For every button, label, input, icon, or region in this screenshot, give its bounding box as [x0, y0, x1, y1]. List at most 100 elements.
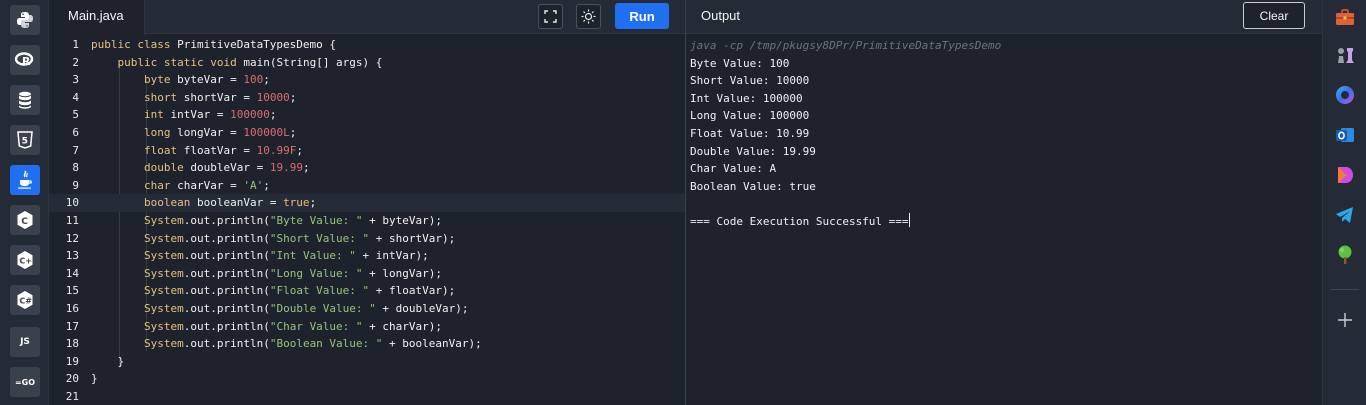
clear-button[interactable]: Clear [1243, 2, 1305, 29]
java-icon [18, 170, 32, 189]
code-token-kw: System [143, 302, 184, 315]
code-line[interactable]: 20} [49, 370, 685, 388]
c-language-button[interactable]: C [10, 205, 40, 235]
code-text: System.out.println("Double Value: " + do… [91, 300, 469, 318]
output-line: Short Value: 10000 [690, 72, 1001, 90]
code-token-kw: System [143, 231, 184, 245]
csharp-icon: C# [17, 291, 33, 309]
code-token-num: 100 [243, 73, 264, 87]
r-language-button[interactable]: R [10, 45, 40, 75]
code-line[interactable]: 15 System.out.println("Float Value: " + … [49, 282, 685, 300]
code-token-id [91, 337, 144, 350]
app-divider [1331, 289, 1359, 290]
cpp-language-button[interactable]: C+ [10, 245, 40, 275]
code-line[interactable]: 9 char charVar = 'A'; [49, 177, 685, 195]
output-line-text: Long Value: 100000 [690, 109, 810, 123]
cpp-label: C+ [19, 257, 32, 266]
code-token-id [91, 267, 144, 280]
code-line[interactable]: 16 System.out.println("Double Value: " +… [49, 300, 685, 318]
code-line[interactable]: 13 System.out.println("Int Value: " + in… [49, 247, 685, 265]
code-line[interactable]: 3 byte byteVar = 100; [49, 71, 685, 89]
copilot-icon[interactable] [1335, 85, 1355, 105]
fullscreen-button[interactable] [538, 4, 563, 29]
output-console[interactable]: java -cp /tmp/pkugsy8DPr/PrimitiveDataTy… [690, 37, 1001, 231]
code-text: short shortVar = 10000; [91, 89, 296, 107]
code-token-id: + byteVar); [362, 214, 443, 227]
code-token-id: .out.println( [183, 231, 270, 245]
code-token-id: .out.println( [183, 337, 270, 351]
code-token-id [91, 196, 144, 209]
line-number: 16 [65, 302, 79, 315]
theme-toggle-button[interactable] [576, 4, 601, 29]
code-line[interactable]: 1 public class PrimitiveDataTypesDemo { [49, 36, 685, 54]
code-token-kw: System [143, 214, 184, 227]
python-language-button[interactable] [10, 5, 40, 35]
run-button[interactable]: Run [615, 3, 669, 29]
toolbox-icon[interactable] [1335, 7, 1355, 27]
code-token-id: ; [263, 178, 270, 192]
html-language-button[interactable]: 5 [10, 125, 40, 155]
code-token-id: ; [289, 126, 297, 139]
javascript-label: JS [20, 337, 30, 347]
code-line[interactable]: 18 System.out.println("Boolean Value: " … [49, 335, 685, 353]
code-token-id: ; [269, 108, 277, 122]
output-line: Float Value: 10.99 [690, 125, 1001, 143]
cpp-icon: C+ [17, 251, 33, 269]
code-token-id: .out.println( [183, 249, 270, 263]
tree-icon[interactable] [1335, 245, 1355, 265]
app-sidebar [1322, 0, 1366, 405]
code-token-str: "Char Value: " [269, 319, 363, 333]
html5-icon: 5 [17, 131, 33, 149]
code-token-id: floatVar = [183, 143, 257, 157]
code-line[interactable]: 19 } [49, 353, 685, 371]
add-icon[interactable] [1335, 310, 1355, 330]
chess-icon[interactable] [1335, 45, 1355, 65]
code-line[interactable]: 14 System.out.println("Long Value: " + l… [49, 265, 685, 283]
code-text: double doubleVar = 19.99; [91, 159, 310, 177]
code-token-id: PrimitiveDataTypesDemo { [177, 38, 337, 51]
telegram-icon[interactable] [1335, 205, 1355, 225]
code-line[interactable]: 10 boolean booleanVar = true; [49, 194, 685, 212]
code-token-kw: char [143, 178, 178, 192]
code-token-kw: int [143, 108, 171, 122]
csharp-language-button[interactable]: C# [10, 285, 40, 315]
code-token-kw: long [143, 126, 178, 139]
code-area[interactable]: 1 public class PrimitiveDataTypesDemo {2 … [49, 35, 685, 405]
code-line[interactable]: 4 short shortVar = 10000; [49, 89, 685, 107]
code-line[interactable]: 2 public static void main(String[] args)… [49, 54, 685, 72]
output-line-text: Char Value: A [690, 162, 777, 176]
code-token-id: ; [263, 73, 270, 87]
java-language-button[interactable] [10, 165, 40, 195]
code-line[interactable]: 12 System.out.println("Short Value: " + … [49, 230, 685, 248]
sql-language-button[interactable] [10, 85, 40, 115]
code-line[interactable]: 21 [49, 388, 685, 405]
code-token-kw: boolean [143, 196, 197, 210]
code-token-id: .out.println( [183, 266, 270, 280]
line-number: 21 [65, 390, 79, 403]
code-line[interactable]: 7 float floatVar = 10.99F; [49, 142, 685, 160]
code-token-str: "Long Value: " [269, 266, 363, 280]
code-token-id [91, 179, 144, 192]
javascript-language-button[interactable]: JS [10, 327, 40, 357]
line-number: 14 [65, 266, 79, 280]
code-token-str: 'A' [243, 178, 264, 192]
code-line[interactable]: 17 System.out.println("Char Value: " + c… [49, 318, 685, 336]
line-number: 18 [65, 337, 79, 351]
code-line[interactable]: 5 int intVar = 100000; [49, 106, 685, 124]
go-language-button[interactable]: =GO [10, 367, 40, 397]
code-line[interactable]: 11 System.out.println("Byte Value: " + b… [49, 212, 685, 230]
code-line[interactable]: 8 double doubleVar = 19.99; [49, 159, 685, 177]
code-text: } [91, 370, 98, 388]
code-token-str: "Float Value: " [269, 284, 370, 298]
line-number: 3 [72, 73, 79, 87]
code-token-id: main(String[] args) { [243, 55, 383, 69]
line-number: 4 [72, 90, 79, 104]
outlook-icon[interactable] [1335, 125, 1355, 145]
code-line[interactable]: 6 long longVar = 100000L; [49, 124, 685, 142]
output-line: Int Value: 100000 [690, 90, 1001, 108]
code-text: public class PrimitiveDataTypesDemo { [91, 36, 336, 54]
file-tab-main-java[interactable]: Main.java [49, 0, 145, 35]
designer-icon[interactable] [1335, 165, 1355, 185]
output-line: Char Value: A [690, 160, 1001, 178]
output-line-text: Double Value: 19.99 [690, 144, 816, 158]
